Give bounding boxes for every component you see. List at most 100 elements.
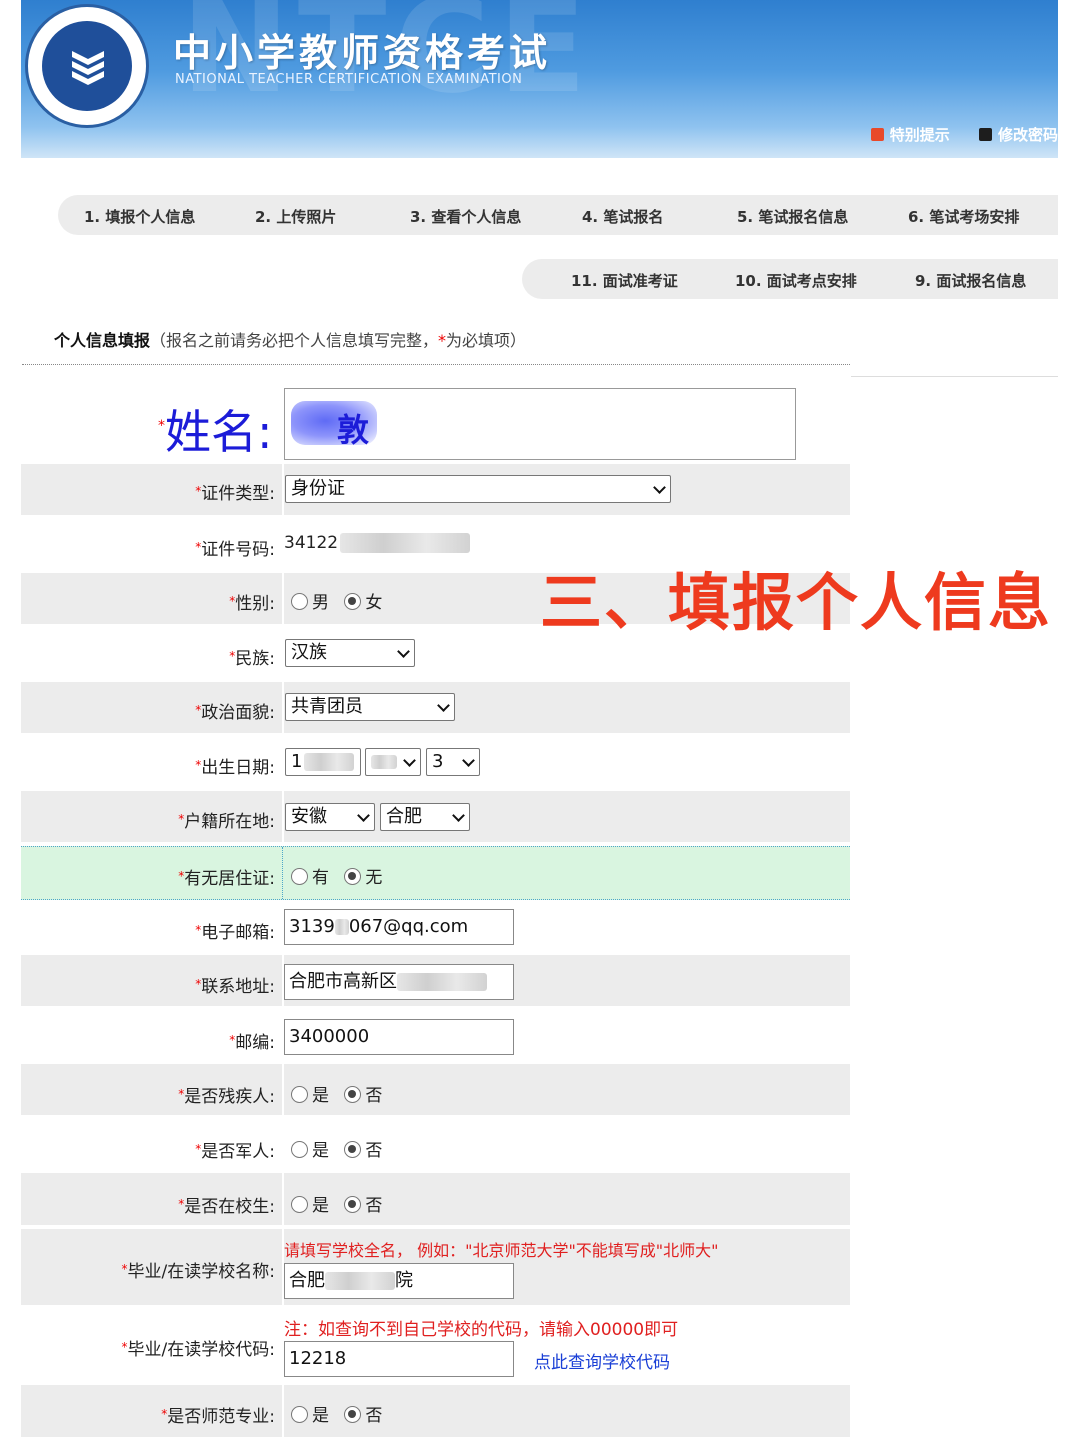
birth-day-select[interactable]: 3 bbox=[426, 748, 480, 776]
normal-major-no-radio[interactable]: 否 bbox=[344, 1401, 382, 1426]
row-address: *联系地址: 合肥市高新区 bbox=[21, 955, 850, 1006]
postcode-label: *邮编: bbox=[229, 1033, 275, 1053]
email-input[interactable]: 3139 067@qq.com bbox=[284, 909, 514, 945]
row-school-code: *毕业/在读学校代码: 注：如查询不到自己学校的代码，请输入00000即可 12… bbox=[21, 1309, 850, 1381]
school-code-note: 注：如查询不到自己学校的代码，请输入00000即可 bbox=[284, 1320, 679, 1340]
chevron-down-icon bbox=[437, 699, 450, 712]
steps-bar-top: 1. 填报个人信息 2. 上传照片 3. 查看个人信息 4. 笔试报名 5. 笔… bbox=[58, 195, 1058, 235]
overlay-step-title: 三、填报个人信息 bbox=[540, 566, 1053, 639]
disabled-label: *是否残疾人: bbox=[178, 1087, 275, 1107]
special-notice-link[interactable]: 特别提示 bbox=[870, 124, 950, 145]
ethnicity-select[interactable]: 汉族 bbox=[285, 639, 415, 667]
gender-label: *性别: bbox=[229, 594, 275, 614]
birth-year-select[interactable]: 1 bbox=[285, 748, 361, 776]
header-links: 特别提示 修改密码 bbox=[847, 124, 1058, 145]
gender-female-radio[interactable]: 女 bbox=[344, 588, 382, 613]
student-radio-group: 是 否 bbox=[291, 1191, 392, 1216]
steps-bar-bottom: 11. 面试准考证 10. 面试考点安排 9. 面试报名信息 bbox=[522, 259, 1058, 299]
book-icon bbox=[72, 51, 104, 85]
step-2-upload-photo[interactable]: 2. 上传照片 bbox=[255, 206, 336, 227]
section-divider bbox=[22, 364, 850, 365]
step-10-interview-venue[interactable]: 10. 面试考点安排 bbox=[735, 270, 857, 291]
notice-icon bbox=[870, 128, 884, 141]
step-11-interview-admission[interactable]: 11. 面试准考证 bbox=[571, 270, 678, 291]
chevron-down-icon bbox=[357, 809, 370, 822]
row-military: *是否军人: 是 否 bbox=[21, 1119, 850, 1169]
id-type-label: *证件类型: bbox=[195, 484, 275, 504]
id-number-value: 34122 bbox=[284, 533, 471, 553]
step-3-view-personal-info[interactable]: 3. 查看个人信息 bbox=[410, 206, 521, 227]
step-1-fill-personal-info[interactable]: 1. 填报个人信息 bbox=[84, 206, 195, 227]
name-value: 敦 bbox=[337, 411, 370, 449]
student-no-radio[interactable]: 否 bbox=[344, 1191, 382, 1216]
row-birth-date: *出生日期: 1 3 bbox=[21, 737, 850, 787]
hukou-label: *户籍所在地: bbox=[178, 812, 275, 832]
site-subtitle: NATIONAL TEACHER CERTIFICATION EXAMINATI… bbox=[175, 72, 523, 87]
gender-male-radio[interactable]: 男 bbox=[291, 588, 329, 613]
row-email: *电子邮箱: 3139 067@qq.com bbox=[21, 901, 850, 951]
postcode-input[interactable]: 3400000 bbox=[284, 1019, 514, 1055]
birth-date-label: *出生日期: bbox=[195, 758, 275, 778]
step-9-interview-registration-info[interactable]: 9. 面试报名信息 bbox=[915, 270, 1026, 291]
ntce-logo bbox=[25, 4, 149, 128]
header-banner: NTCE 中小学教师资格考试 NATIONAL TEACHER CERTIFIC… bbox=[21, 0, 1058, 158]
row-postcode: *邮编: 3400000 bbox=[21, 1010, 850, 1060]
row-normal-major: *是否师范专业: 是 否 bbox=[21, 1385, 850, 1437]
hukou-city-select[interactable]: 合肥 bbox=[380, 803, 470, 831]
chevron-down-icon bbox=[462, 754, 475, 767]
required-star: * bbox=[438, 331, 447, 350]
address-label: *联系地址: bbox=[195, 977, 275, 997]
normal-major-label: *是否师范专业: bbox=[161, 1407, 275, 1427]
id-number-label: *证件号码: bbox=[195, 540, 275, 560]
change-password-link[interactable]: 修改密码 bbox=[978, 124, 1058, 145]
row-hukou: *户籍所在地: 安徽 合肥 bbox=[21, 791, 850, 842]
row-school-name: *毕业/在读学校名称: 请填写学校全名， 例如："北京师范大学"不能填写成"北师… bbox=[21, 1229, 850, 1305]
name-input[interactable]: 敦 bbox=[284, 388, 796, 460]
hukou-province-select[interactable]: 安徽 bbox=[285, 803, 375, 831]
step-4-written-registration[interactable]: 4. 笔试报名 bbox=[582, 206, 663, 227]
normal-major-yes-radio[interactable]: 是 bbox=[291, 1401, 329, 1426]
name-label: *姓名: bbox=[158, 405, 273, 459]
military-no-radio[interactable]: 否 bbox=[344, 1136, 382, 1161]
query-school-code-link[interactable]: 点此查询学校代码 bbox=[534, 1348, 670, 1373]
birth-month-select[interactable] bbox=[365, 748, 421, 776]
gender-radio-group: 男 女 bbox=[291, 588, 392, 613]
section-title: 个人信息填报 bbox=[54, 331, 151, 350]
address-input[interactable]: 合肥市高新区 bbox=[284, 964, 514, 1000]
ethnicity-label: *民族: bbox=[229, 649, 275, 669]
disabled-no-radio[interactable]: 否 bbox=[344, 1081, 382, 1106]
disabled-radio-group: 是 否 bbox=[291, 1081, 392, 1106]
residence-permit-label: *有无居住证: bbox=[178, 869, 275, 889]
row-disabled: *是否残疾人: 是 否 bbox=[21, 1064, 850, 1115]
residence-yes-radio[interactable]: 有 bbox=[291, 863, 329, 888]
political-status-label: *政治面貌: bbox=[195, 703, 275, 723]
military-yes-radio[interactable]: 是 bbox=[291, 1136, 329, 1161]
email-label: *电子邮箱: bbox=[195, 923, 275, 943]
school-code-label: *毕业/在读学校代码: bbox=[121, 1340, 275, 1360]
school-code-input[interactable]: 12218 bbox=[284, 1341, 514, 1377]
residence-no-radio[interactable]: 无 bbox=[344, 863, 382, 888]
student-label: *是否在校生: bbox=[178, 1197, 275, 1217]
military-label: *是否军人: bbox=[195, 1142, 275, 1162]
student-yes-radio[interactable]: 是 bbox=[291, 1191, 329, 1216]
section-hint-suffix: 为必填项） bbox=[446, 331, 527, 350]
chevron-down-icon bbox=[653, 481, 666, 494]
chevron-down-icon bbox=[452, 809, 465, 822]
section-hint: （报名之前请务必把个人信息填写完整， bbox=[150, 331, 439, 350]
site-title: 中小学教师资格考试 bbox=[173, 31, 552, 75]
section-heading: 个人信息填报（报名之前请务必把个人信息填写完整，*为必填项） bbox=[54, 327, 526, 351]
disabled-yes-radio[interactable]: 是 bbox=[291, 1081, 329, 1106]
step-6-written-exam-arrangement[interactable]: 6. 笔试考场安排 bbox=[908, 206, 1019, 227]
chevron-down-icon bbox=[397, 645, 410, 658]
right-divider bbox=[851, 376, 1058, 377]
political-status-select[interactable]: 共青团员 bbox=[285, 693, 455, 721]
school-name-input[interactable]: 合肥院 bbox=[284, 1263, 514, 1299]
step-5-written-registration-info[interactable]: 5. 笔试报名信息 bbox=[737, 206, 848, 227]
row-residence-permit: *有无居住证: 有 无 bbox=[21, 846, 850, 900]
chevron-down-icon bbox=[403, 754, 416, 767]
row-political-status: *政治面貌: 共青团员 bbox=[21, 682, 850, 733]
row-id-type: *证件类型: 身份证 bbox=[21, 464, 850, 515]
military-radio-group: 是 否 bbox=[291, 1136, 392, 1161]
residence-permit-radio-group: 有 无 bbox=[291, 863, 392, 888]
id-type-select[interactable]: 身份证 bbox=[285, 475, 671, 503]
